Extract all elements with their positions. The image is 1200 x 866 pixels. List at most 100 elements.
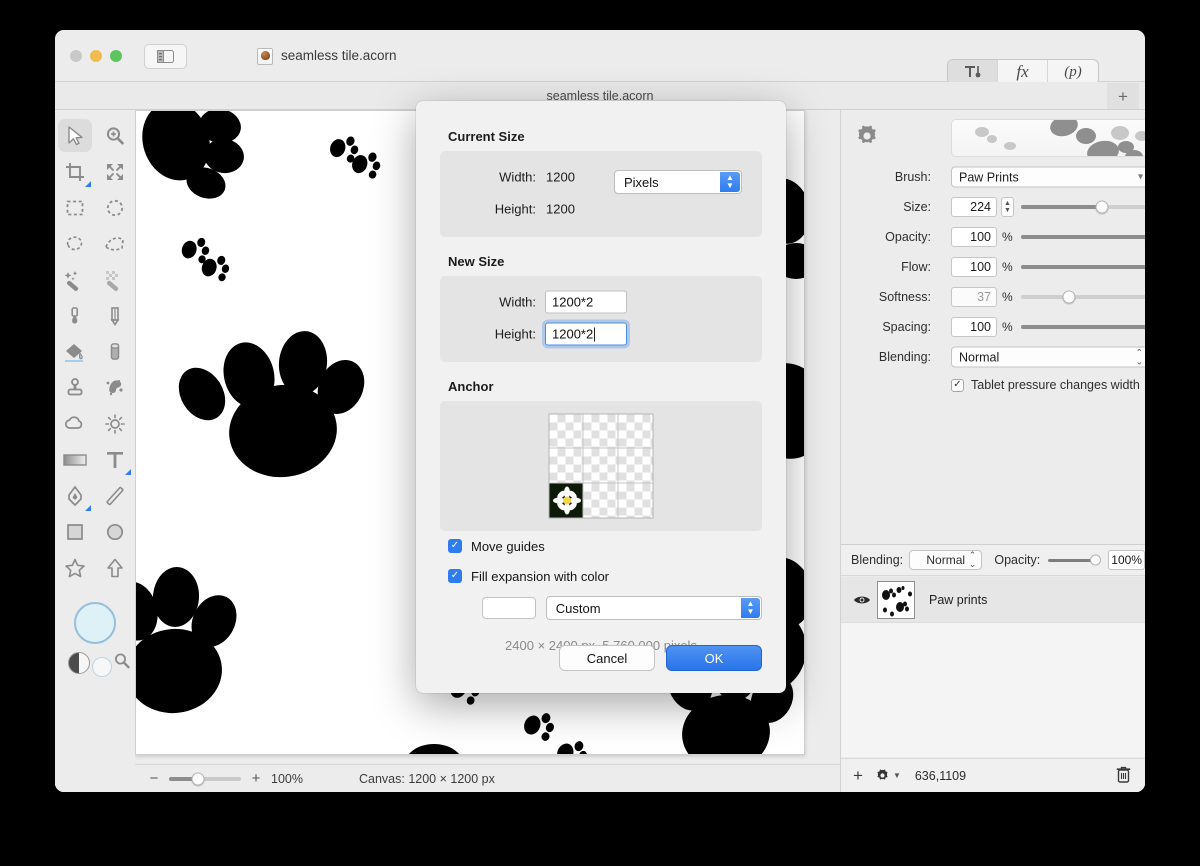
elliptical-select-tool[interactable] — [95, 190, 135, 226]
add-tab-button[interactable]: + — [1107, 83, 1139, 109]
bezier-pen-tool[interactable] — [55, 478, 95, 514]
fill-color-preset-select[interactable]: Custom ▲ ▼ — [545, 596, 762, 620]
marquee-ellipse-icon — [106, 199, 124, 217]
move-guides-checkbox[interactable]: ✓ — [448, 539, 462, 553]
ok-button[interactable]: OK — [666, 645, 762, 671]
anchor-cell-bottom-left[interactable] — [549, 483, 584, 518]
healing-brush-tool[interactable] — [95, 370, 135, 406]
ellipse-shape-tool[interactable] — [95, 514, 135, 550]
flow-slider-knob[interactable] — [1144, 260, 1145, 274]
new-width-input[interactable]: 1200*2 — [545, 290, 627, 314]
lasso-tool[interactable] — [55, 226, 95, 262]
text-tool[interactable] — [95, 442, 135, 478]
opacity-slider[interactable] — [1021, 230, 1145, 244]
layer-options-button[interactable]: ▼ — [875, 768, 901, 783]
brush-stroke-preview[interactable] — [951, 119, 1145, 157]
magic-wand-tool[interactable] — [55, 262, 95, 298]
opacity-input[interactable]: 100 — [951, 227, 997, 247]
instant-alpha-tool[interactable] — [95, 262, 135, 298]
anchor-cell-top-left[interactable] — [549, 414, 584, 449]
background-color-swatch[interactable] — [92, 657, 112, 677]
anchor-cell-top-right[interactable] — [618, 414, 653, 449]
paint-bucket-tool[interactable] — [55, 334, 95, 370]
eraser-tool[interactable] — [95, 334, 135, 370]
cancel-button[interactable]: Cancel — [559, 645, 655, 671]
layer-blending-label: Blending: — [851, 553, 904, 567]
size-slider-knob[interactable] — [1095, 200, 1109, 214]
dodge-tool[interactable] — [95, 406, 135, 442]
foreground-color-swatch[interactable] — [74, 602, 116, 644]
softness-slider[interactable] — [1021, 290, 1145, 304]
spacing-slider[interactable] — [1021, 320, 1145, 334]
zoom-in-button[interactable]: + — [249, 770, 263, 787]
close-button[interactable] — [70, 50, 82, 62]
layer-visibility-toggle[interactable] — [853, 594, 871, 606]
size-input[interactable]: 224 — [951, 197, 997, 217]
transform-tool[interactable] — [95, 154, 135, 190]
zoom-out-button[interactable]: − — [147, 770, 161, 787]
gradient-tool[interactable] — [55, 442, 95, 478]
presets-button[interactable]: (p) — [1048, 60, 1098, 84]
anchor-cell-middle-left[interactable] — [549, 448, 584, 484]
add-layer-button[interactable]: + — [853, 767, 863, 784]
presets-label: (p) — [1064, 63, 1082, 80]
zoom-slider-knob[interactable] — [191, 772, 205, 785]
softness-slider-knob[interactable] — [1062, 290, 1076, 304]
blending-label: Blending: — [878, 350, 931, 364]
size-slider[interactable] — [1021, 200, 1145, 214]
anchor-cell-bottom-center[interactable] — [583, 483, 619, 518]
rectangular-select-tool[interactable] — [55, 190, 95, 226]
spacing-slider-knob[interactable] — [1144, 320, 1145, 334]
crop-tool[interactable] — [55, 154, 95, 190]
zoom-tool[interactable] — [95, 118, 135, 154]
tablet-pressure-checkbox[interactable]: ✓ — [951, 378, 964, 392]
layer-opacity-slider[interactable] — [1048, 554, 1102, 566]
anchor-cell-middle-right[interactable] — [618, 448, 653, 484]
layer-blending-select[interactable]: Normal ⌃ ⌄ — [909, 550, 983, 570]
color-picker-button[interactable] — [113, 652, 131, 675]
anchor-cell-top-center[interactable] — [583, 414, 619, 449]
opacity-slider-knob[interactable] — [1144, 230, 1145, 244]
tablet-pressure-row[interactable]: ✓ Tablet pressure changes width — [841, 372, 1145, 398]
fx-button[interactable]: fx — [998, 60, 1048, 84]
anchor-cell-bottom-right[interactable] — [618, 483, 653, 518]
minimize-button[interactable] — [90, 50, 102, 62]
unit-select[interactable]: Pixels ▲ ▼ — [614, 170, 742, 194]
layer-opacity-knob[interactable] — [1090, 554, 1102, 566]
move-guides-row[interactable]: ✓ Move guides — [440, 531, 762, 561]
brush-select[interactable]: Paw Prints ▾ — [951, 166, 1145, 188]
canvas-statusbar: − + 100% Canvas: 1200 × 1200 px — [135, 764, 840, 792]
layer-opacity-input[interactable]: 100% — [1108, 550, 1145, 570]
anchor-grid[interactable] — [548, 413, 654, 519]
zoom-slider[interactable] — [169, 772, 241, 785]
fill-color-well[interactable] — [482, 597, 536, 619]
brush-settings-button[interactable] — [854, 123, 880, 154]
black-white-colors-button[interactable] — [68, 652, 90, 674]
layer-name[interactable]: Paw prints — [929, 593, 987, 607]
size-stepper[interactable]: ▲ ▼ — [1001, 197, 1014, 217]
move-tool[interactable] — [55, 118, 95, 154]
line-tool[interactable] — [95, 478, 135, 514]
smudge-tool[interactable] — [55, 298, 95, 334]
polygon-select-tool[interactable] — [95, 226, 135, 262]
tools-toggle-button[interactable] — [948, 60, 998, 84]
fill-expansion-row[interactable]: ✓ Fill expansion with color — [440, 561, 762, 591]
rectangle-shape-tool[interactable] — [55, 514, 95, 550]
blur-tool[interactable] — [55, 406, 95, 442]
star-shape-tool[interactable] — [55, 550, 95, 586]
sidebar-toggle-button[interactable] — [144, 44, 187, 69]
layer-row[interactable]: Paw prints — [841, 577, 1145, 623]
pencil-tool[interactable] — [95, 298, 135, 334]
flow-slider[interactable] — [1021, 260, 1145, 274]
softness-input[interactable]: 37 — [951, 287, 997, 307]
anchor-cell-middle-center[interactable] — [583, 448, 619, 484]
fill-expansion-checkbox[interactable]: ✓ — [448, 569, 462, 583]
blending-select[interactable]: Normal ⌃ ⌄ — [951, 346, 1145, 368]
spacing-input[interactable]: 100 — [951, 317, 997, 337]
maximize-button[interactable] — [110, 50, 122, 62]
flow-input[interactable]: 100 — [951, 257, 997, 277]
clone-stamp-tool[interactable] — [55, 370, 95, 406]
arrow-shape-tool[interactable] — [95, 550, 135, 586]
delete-layer-button[interactable] — [1116, 766, 1131, 786]
new-height-input[interactable]: 1200*2 — [545, 322, 627, 346]
